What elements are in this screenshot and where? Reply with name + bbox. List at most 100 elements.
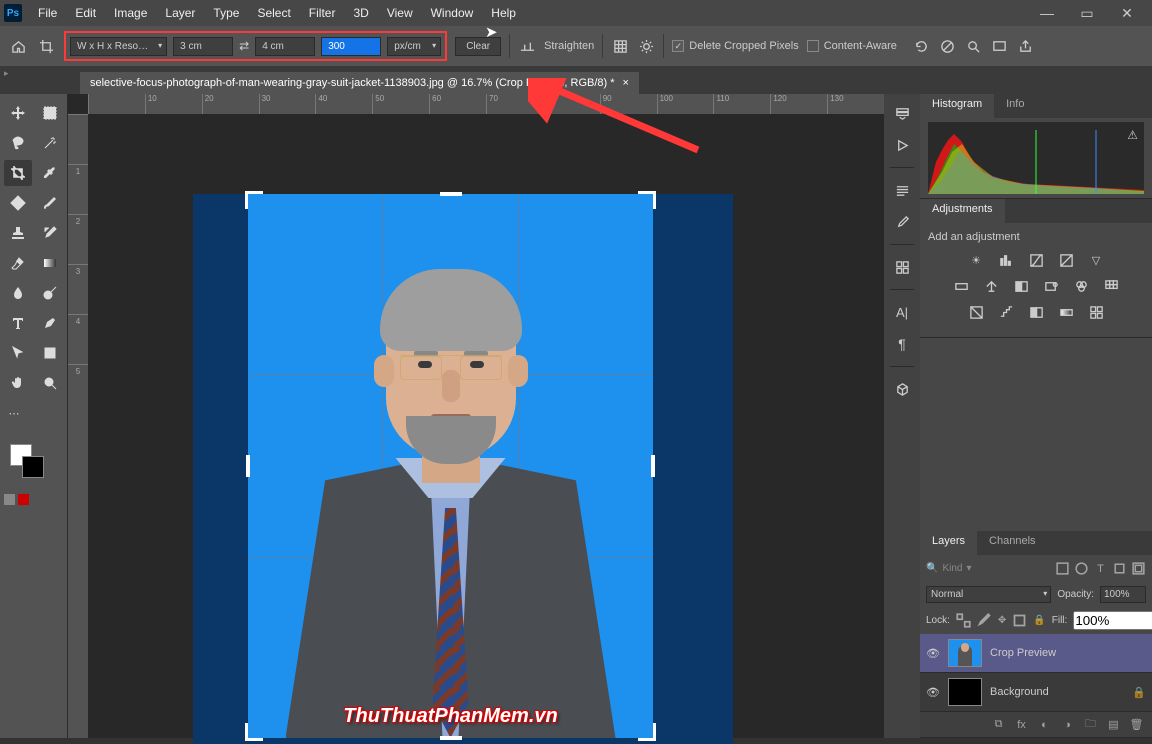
crop-handle-bl[interactable] <box>245 723 263 741</box>
type-tool[interactable] <box>4 310 32 336</box>
threshold-icon[interactable] <box>1026 303 1046 321</box>
layer-mask-icon[interactable]: ◐ <box>1037 717 1052 732</box>
tab-histogram[interactable]: Histogram <box>920 94 994 118</box>
tab-adjustments[interactable]: Adjustments <box>920 199 1005 223</box>
swatches-panel-icon[interactable] <box>889 254 915 280</box>
link-layers-icon[interactable]: ⧉ <box>991 717 1006 732</box>
filter-shape-icon[interactable] <box>1112 561 1127 576</box>
brush-settings-icon[interactable] <box>889 209 915 235</box>
cancel-crop-icon[interactable] <box>939 37 957 55</box>
blend-mode-dropdown[interactable]: Normal <box>926 586 1051 603</box>
adjustment-layer-icon[interactable]: ◑ <box>1060 717 1075 732</box>
layer-thumbnail[interactable] <box>948 678 982 706</box>
share-icon[interactable] <box>1017 37 1035 55</box>
search-icon[interactable] <box>965 37 983 55</box>
layer-style-icon[interactable]: fx <box>1014 717 1029 732</box>
lock-transparent-icon[interactable] <box>956 613 971 628</box>
color-lookup-icon[interactable] <box>1101 277 1121 295</box>
layer-thumbnail[interactable] <box>948 639 982 667</box>
exposure-icon[interactable] <box>1056 251 1076 269</box>
zoom-tool[interactable] <box>36 370 64 396</box>
healing-tool[interactable] <box>4 190 32 216</box>
brushes-panel-icon[interactable] <box>889 177 915 203</box>
menu-layer[interactable]: Layer <box>157 2 203 24</box>
menu-filter[interactable]: Filter <box>301 2 344 24</box>
menu-file[interactable]: File <box>30 2 65 24</box>
tab-info[interactable]: Info <box>994 94 1036 118</box>
crop-handle-tr[interactable] <box>638 191 656 209</box>
lasso-tool[interactable] <box>4 130 32 156</box>
brush-tool[interactable] <box>36 190 64 216</box>
crop-settings-icon[interactable] <box>637 37 655 55</box>
hue-icon[interactable] <box>951 277 971 295</box>
3d-panel-icon[interactable] <box>889 376 915 402</box>
eraser-tool[interactable] <box>4 250 32 276</box>
lock-position-icon[interactable]: ✥ <box>998 613 1006 628</box>
crop-handle-r[interactable] <box>651 455 655 477</box>
crop-resolution-input[interactable]: 300 <box>321 37 381 56</box>
share-view-icon[interactable] <box>991 37 1009 55</box>
opacity-input[interactable] <box>1100 586 1146 603</box>
content-aware-checkbox[interactable]: Content-Aware <box>807 40 897 52</box>
background-color[interactable] <box>22 456 44 478</box>
menu-window[interactable]: Window <box>423 2 482 24</box>
color-balance-icon[interactable] <box>981 277 1001 295</box>
overlay-grid-icon[interactable] <box>611 37 629 55</box>
path-select-tool[interactable] <box>4 340 32 366</box>
minimize-button[interactable]: — <box>1034 5 1060 22</box>
filter-smart-icon[interactable] <box>1131 561 1146 576</box>
lock-artboard-icon[interactable] <box>1012 613 1027 628</box>
menu-help[interactable]: Help <box>483 2 524 24</box>
menu-image[interactable]: Image <box>106 2 155 24</box>
canvas-area[interactable]: 102030405060708090100110120130 12345 <box>68 94 884 738</box>
menu-select[interactable]: Select <box>249 2 298 24</box>
layer-group-icon[interactable]: 🗀 <box>1083 717 1098 732</box>
blur-tool[interactable] <box>4 280 32 306</box>
paragraph-panel-icon[interactable]: ¶ <box>889 331 915 357</box>
menu-3d[interactable]: 3D <box>345 2 376 24</box>
play-action-icon[interactable] <box>889 132 915 158</box>
close-button[interactable]: ✕ <box>1114 5 1140 22</box>
dodge-tool[interactable] <box>36 280 64 306</box>
menu-type[interactable]: Type <box>205 2 247 24</box>
gradient-map-icon[interactable] <box>1056 303 1076 321</box>
pen-tool[interactable] <box>36 310 64 336</box>
crop-handle-t[interactable] <box>440 192 462 196</box>
channel-mixer-icon[interactable] <box>1071 277 1091 295</box>
tab-layers[interactable]: Layers <box>920 531 977 555</box>
menu-edit[interactable]: Edit <box>67 2 104 24</box>
reset-icon[interactable] <box>913 37 931 55</box>
posterize-icon[interactable] <box>996 303 1016 321</box>
crop-width-input[interactable]: 3 cm <box>173 37 233 56</box>
crop-handle-br[interactable] <box>638 723 656 741</box>
edit-toolbar[interactable]: ⋯ <box>4 400 24 426</box>
vibrance-icon[interactable]: ▽ <box>1086 251 1106 269</box>
visibility-toggle[interactable]: 👁 <box>926 647 940 660</box>
move-tool[interactable] <box>4 100 32 126</box>
lock-image-icon[interactable] <box>977 613 992 628</box>
crop-handle-tl[interactable] <box>245 191 263 209</box>
crop-preset-dropdown[interactable]: W x H x Reso… <box>70 37 167 56</box>
tab-channels[interactable]: Channels <box>977 531 1047 555</box>
delete-layer-icon[interactable]: 🗑 <box>1129 717 1144 732</box>
maximize-button[interactable]: ▭ <box>1074 5 1100 22</box>
filter-adjust-icon[interactable] <box>1074 561 1089 576</box>
home-icon[interactable] <box>8 36 28 56</box>
resolution-unit-dropdown[interactable]: px/cm <box>387 37 441 56</box>
layer-crop-preview[interactable]: 👁 Crop Preview <box>920 634 1152 673</box>
crop-handle-b[interactable] <box>440 736 462 740</box>
bw-icon[interactable] <box>1011 277 1031 295</box>
crop-handle-l[interactable] <box>246 455 250 477</box>
history-panel-icon[interactable] <box>889 100 915 126</box>
layer-filter-kind[interactable]: 🔍 Kind ▾ <box>926 563 1051 574</box>
close-tab-icon[interactable]: × <box>623 77 629 89</box>
history-brush-tool[interactable] <box>36 220 64 246</box>
quick-mask-icons[interactable] <box>4 494 64 505</box>
delete-cropped-checkbox[interactable]: ✓Delete Cropped Pixels <box>672 40 798 52</box>
photo-filter-icon[interactable] <box>1041 277 1061 295</box>
fill-input[interactable] <box>1073 611 1152 630</box>
filter-pixel-icon[interactable] <box>1055 561 1070 576</box>
gradient-tool[interactable] <box>36 250 64 276</box>
crop-tool[interactable] <box>4 160 32 186</box>
hand-tool[interactable] <box>4 370 32 396</box>
